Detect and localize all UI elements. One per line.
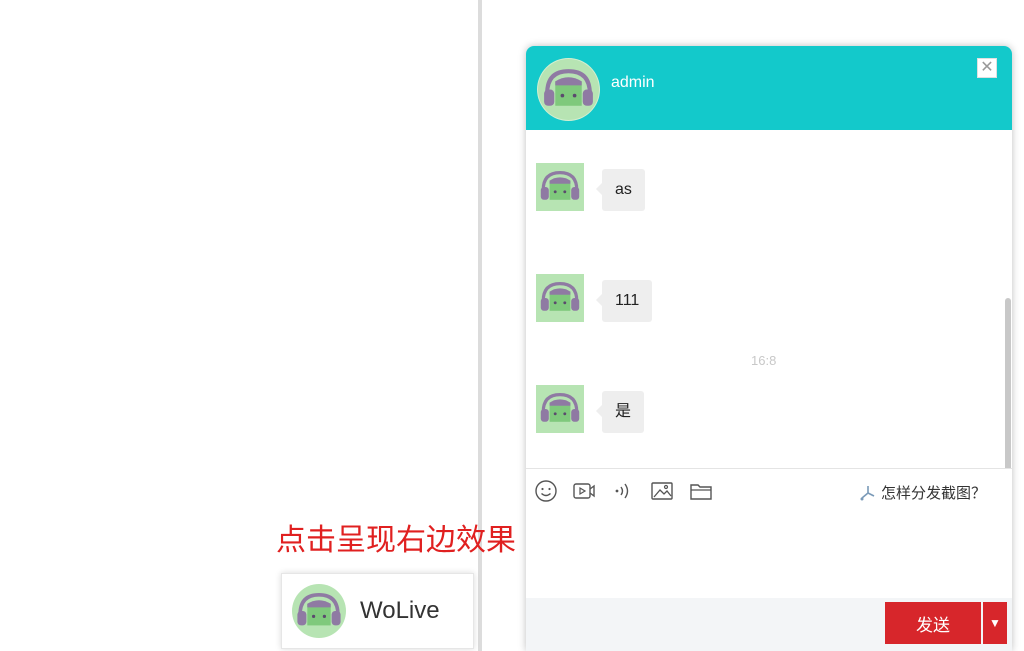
message-avatar-icon — [536, 385, 584, 433]
agent-avatar-icon — [537, 58, 600, 121]
message-input[interactable] — [526, 512, 1012, 598]
emoji-icon[interactable] — [534, 479, 558, 503]
folder-icon[interactable] — [689, 479, 713, 503]
screenshot-help-link[interactable]: 怎样分发截图？ — [859, 482, 986, 503]
voice-icon[interactable] — [611, 479, 635, 503]
send-options-dropdown[interactable]: ▼ — [983, 602, 1007, 644]
message-bubble: 111 — [595, 280, 653, 322]
input-toolbar: 怎样分发截图？ — [526, 468, 1012, 513]
chat-header: admin ✕ — [526, 46, 1012, 130]
launcher-label: WoLive — [360, 597, 440, 624]
send-button[interactable]: 发送 — [885, 602, 981, 644]
message-avatar-icon — [536, 163, 584, 211]
scissors-icon — [860, 485, 875, 500]
video-icon[interactable] — [572, 479, 596, 503]
chat-window: admin ✕ as 111 16:8 是 怎样分发截图？ 发送 ▼ — [526, 46, 1012, 651]
hint-text: 点击呈现右边效果 — [276, 523, 516, 558]
message-bubble: as — [596, 169, 645, 211]
message-list[interactable]: as 111 16:8 是 — [526, 130, 1012, 552]
chat-launcher-button[interactable]: WoLive — [281, 573, 474, 649]
message-timestamp: 16:8 — [751, 353, 777, 368]
message-bubble: 是 — [595, 391, 645, 433]
screenshot-tip-label: 怎样分发截图？ — [881, 484, 987, 502]
message-avatar-icon — [536, 274, 584, 322]
avatar-icon — [292, 584, 346, 638]
bottom-bar: 发送 ▼ — [526, 598, 1012, 651]
message-row: 111 — [536, 274, 653, 322]
close-button[interactable]: ✕ — [977, 58, 997, 78]
message-row: 是 — [536, 385, 645, 433]
chat-title: admin — [611, 74, 655, 91]
image-icon[interactable] — [650, 479, 674, 503]
message-row: as — [536, 163, 645, 211]
